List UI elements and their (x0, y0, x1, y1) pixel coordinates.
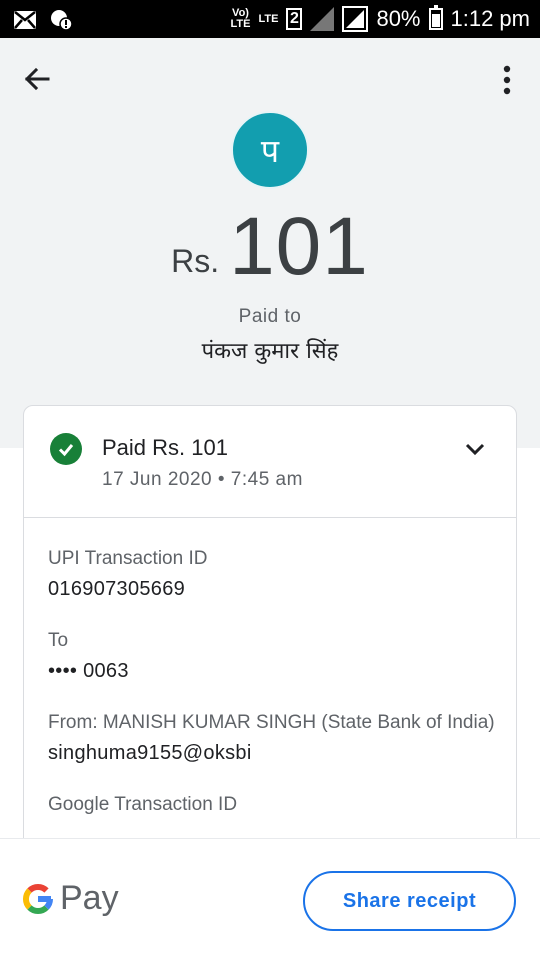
google-g-icon (23, 883, 54, 914)
detail-google-id: Google Transaction ID (48, 790, 496, 820)
expand-button[interactable] (462, 436, 488, 462)
detail-value: 016907305669 (48, 578, 186, 600)
transaction-date: 17 Jun 2020 • 7:45 am (102, 469, 303, 490)
signal-strong-icon (342, 6, 369, 32)
more-options-button[interactable] (494, 64, 520, 96)
amount-value: 101 (229, 201, 369, 292)
payee-name: पंकज कुमार सिंह (201, 339, 339, 364)
share-receipt-button[interactable]: Share receipt (303, 871, 516, 931)
amount: Rs. 101 (0, 200, 540, 294)
gpay-logo: Pay (22, 879, 119, 918)
paid-to-label: Paid to (238, 306, 302, 327)
transaction-card: Paid Rs. 101 17 Jun 2020 • 7:45 am UPI T… (23, 405, 517, 875)
battery-icon (428, 5, 443, 30)
status-bar: Vo) LTE LTE 2 80% 1:12 pm (0, 0, 540, 38)
footer-bar: Pay Share receipt (0, 838, 540, 960)
detail-value: •••• 0063 (48, 660, 129, 682)
transaction-details: UPI Transaction ID 016907305669 To •••• … (48, 544, 496, 842)
battery-percent: 80% (376, 6, 421, 31)
gpay-brand-text: Pay (60, 879, 119, 917)
volte-indicator: Vo) LTE (230, 7, 251, 30)
check-circle-icon (50, 433, 82, 465)
currency-label: Rs. (171, 243, 220, 279)
more-vertical-icon (503, 65, 511, 95)
detail-label: UPI Transaction ID (48, 548, 208, 569)
lte-indicator: LTE (258, 12, 279, 25)
back-button[interactable] (20, 62, 54, 96)
detail-to: To •••• 0063 (48, 626, 496, 686)
notification-icon (51, 10, 72, 31)
arrow-left-icon (24, 67, 50, 91)
clock: 1:12 pm (450, 6, 531, 31)
detail-from: From: MANISH KUMAR SINGH (State Bank of … (48, 708, 496, 768)
avatar: प (231, 111, 309, 189)
transaction-title: Paid Rs. 101 (102, 435, 228, 460)
signal-icon (310, 7, 335, 31)
detail-value: singhuma9155@oksbi (48, 742, 252, 764)
transaction-header[interactable]: Paid Rs. 101 17 Jun 2020 • 7:45 am (24, 406, 516, 518)
mail-icon (14, 11, 36, 29)
detail-label: To (48, 630, 69, 651)
chevron-down-icon (465, 443, 485, 456)
detail-upi-id: UPI Transaction ID 016907305669 (48, 544, 496, 604)
sim-indicator: 2 (286, 8, 303, 30)
detail-label: From: MANISH KUMAR SINGH (State Bank of … (48, 712, 495, 733)
detail-label: Google Transaction ID (48, 794, 238, 815)
